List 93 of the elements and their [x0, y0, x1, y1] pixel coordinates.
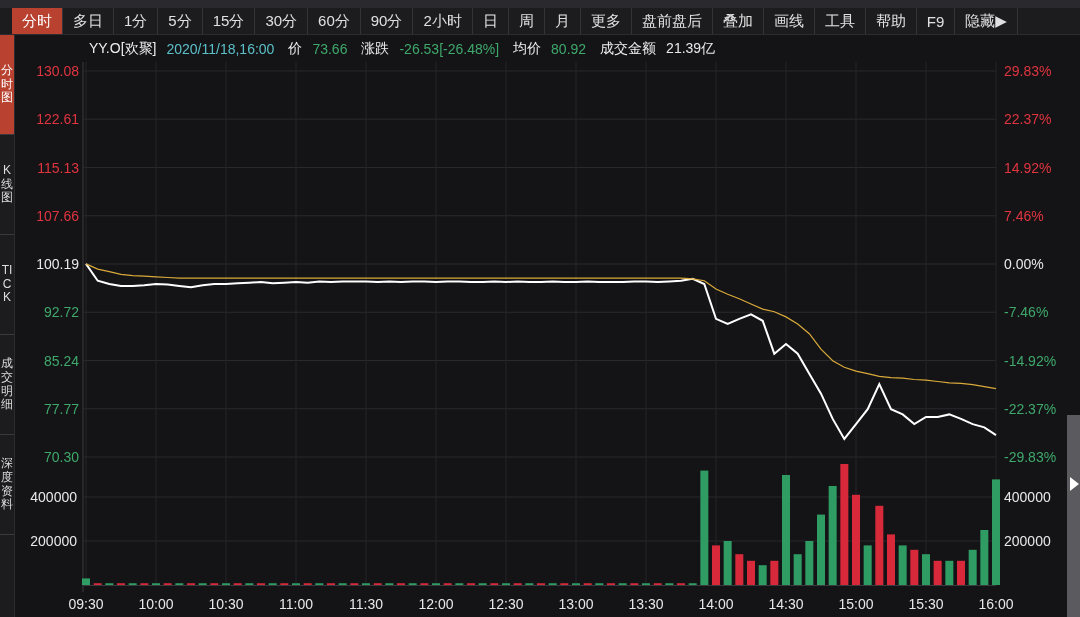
- toolbar-tab[interactable]: 多日: [63, 8, 114, 34]
- x-axis-label: 11:30: [349, 596, 383, 612]
- toolbar-tab[interactable]: 隐藏▶: [955, 8, 1018, 34]
- x-axis-label: 11:00: [279, 596, 313, 612]
- percent-label: 22.37%: [1004, 111, 1052, 128]
- volume-bar: [770, 560, 779, 585]
- percent-label: 14.92%: [1004, 159, 1052, 176]
- toolbar-tab[interactable]: 盘前盘后: [631, 8, 713, 34]
- sidebar-tab[interactable]: 成交明细: [0, 335, 14, 435]
- field-label: 成交金额: [600, 39, 657, 58]
- percent-label: -29.83%: [1004, 449, 1057, 462]
- field-value: 80.92: [551, 40, 587, 57]
- volume-bar: [933, 560, 942, 585]
- toolbar-tab[interactable]: 工具: [814, 8, 866, 34]
- volume-bar: [793, 554, 802, 585]
- percent-label: -22.37%: [1004, 400, 1057, 417]
- toolbar-tab[interactable]: 日: [472, 8, 509, 34]
- volume-bar: [735, 554, 744, 585]
- volume-bar: [817, 514, 825, 585]
- side-panel-handle[interactable]: [1067, 415, 1080, 617]
- volume-bar: [968, 549, 977, 585]
- y-axis-label: 400000: [30, 489, 77, 505]
- x-axis-label: 10:30: [208, 596, 244, 612]
- field-label: 涨跌: [361, 39, 390, 58]
- play-icon: [1068, 477, 1079, 491]
- percent-label: 0.00%: [1004, 256, 1044, 272]
- volume-bar: [723, 541, 732, 585]
- x-axis-label: 12:00: [418, 596, 454, 612]
- toolbar-tab[interactable]: 周: [508, 8, 545, 34]
- toolbar-tab[interactable]: 分时: [12, 8, 63, 34]
- x-axis-label: 14:30: [768, 596, 804, 612]
- x-axis-label: 10:00: [138, 596, 174, 612]
- y-axis-label: 85.24: [43, 352, 79, 369]
- y-axis-label: 130.08: [36, 63, 79, 79]
- percent-label: 7.46%: [1004, 207, 1044, 224]
- x-axis-label: 13:00: [558, 596, 594, 612]
- volume-bar: [957, 560, 965, 585]
- stock-symbol: YY.O[欢聚]: [89, 39, 157, 58]
- volume-bar: [898, 545, 907, 585]
- y-axis-label: 77.77: [43, 400, 79, 417]
- x-axis-label: 09:30: [68, 596, 104, 612]
- field-label: 价: [288, 39, 303, 58]
- volume-bar: [747, 560, 755, 585]
- volume-bar: [712, 545, 720, 585]
- field-label: 均价: [513, 39, 542, 58]
- x-axis-label: 12:30: [488, 596, 524, 612]
- volume-bar: [82, 578, 90, 585]
- sidebar-tab[interactable]: 深度资料: [0, 435, 14, 535]
- toolbar-tab[interactable]: 90分: [360, 8, 414, 34]
- toolbar-tab[interactable]: 画线: [763, 8, 815, 34]
- volume-bar: [945, 560, 954, 585]
- toolbar-tab[interactable]: 30分: [255, 8, 309, 34]
- toolbar-tab[interactable]: 更多: [580, 8, 632, 34]
- y-axis-label: 107.66: [36, 207, 79, 224]
- y-axis-label: 200000: [30, 533, 77, 549]
- field-value: 73.66: [312, 40, 348, 57]
- x-axis-label: 15:30: [908, 596, 944, 612]
- toolbar-tab[interactable]: 月: [544, 8, 581, 34]
- toolbar-tab[interactable]: 15分: [202, 8, 256, 34]
- y-axis-label: 200000: [1004, 533, 1051, 549]
- field-value: -26.53[-26.48%]: [399, 40, 500, 57]
- sidebar-tab[interactable]: 分时图: [0, 35, 14, 135]
- date-time: 2020/11/18,16:00: [166, 40, 275, 57]
- x-axis-label: 13:30: [628, 596, 664, 612]
- sidebar-tab[interactable]: TICK: [0, 235, 14, 335]
- toolbar-tab[interactable]: 60分: [308, 8, 361, 34]
- y-axis-label: 122.61: [36, 111, 79, 128]
- y-axis-label: 92.72: [43, 304, 79, 321]
- y-axis-label: 115.13: [37, 159, 79, 176]
- toolbar-tab[interactable]: 帮助: [865, 8, 917, 34]
- y-axis-label: 70.30: [43, 449, 79, 462]
- volume-bar: [922, 554, 930, 585]
- toolbar-tab[interactable]: 2小时: [413, 8, 473, 34]
- toolbar-tab[interactable]: 叠加: [712, 8, 764, 34]
- percent-label: -7.46%: [1004, 304, 1049, 321]
- field-value: 21.39亿: [666, 39, 716, 58]
- x-axis-label: 14:00: [698, 596, 734, 612]
- x-axis-label: 15:00: [838, 596, 874, 612]
- percent-label: 29.83%: [1004, 63, 1052, 79]
- y-axis-label: 400000: [1004, 489, 1051, 505]
- sidebar-tab[interactable]: K线图: [0, 135, 14, 235]
- volume-bar: [910, 549, 919, 585]
- volume-bar: [758, 565, 767, 585]
- toolbar-tab[interactable]: 5分: [158, 8, 203, 34]
- volume-bar: [887, 534, 895, 585]
- volume-bar: [805, 541, 814, 585]
- percent-label: -14.92%: [1004, 352, 1057, 369]
- toolbar-tab[interactable]: 1分: [114, 8, 159, 34]
- toolbar-tab[interactable]: F9: [916, 8, 956, 34]
- volume-bar: [863, 545, 872, 585]
- y-axis-label: 100.19: [36, 256, 79, 272]
- volume-bar: [980, 530, 989, 585]
- x-axis-label: 16:00: [978, 596, 1014, 612]
